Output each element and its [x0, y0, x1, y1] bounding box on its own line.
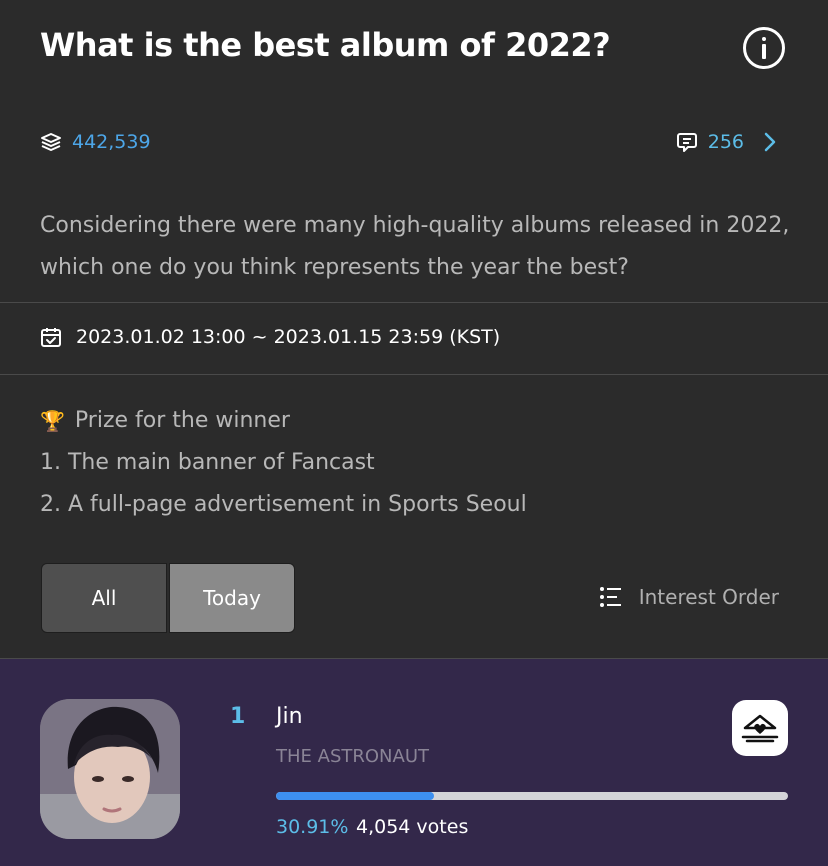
- comments-count: 256: [707, 131, 744, 153]
- avatar: [40, 699, 180, 839]
- prize-heading: 🏆 Prize for the winner: [40, 400, 527, 442]
- sort-order-label: Interest Order: [638, 585, 779, 609]
- vote-progress-bar: [276, 792, 788, 800]
- info-icon[interactable]: [743, 27, 785, 69]
- description-line: Considering there were many high-quality…: [40, 213, 790, 238]
- tab-today[interactable]: Today: [169, 563, 295, 633]
- layers-icon: [41, 133, 61, 151]
- ranking-entry[interactable]: 1 Jin THE ASTRONAUT 30.91% 4,054 votes: [0, 659, 828, 866]
- sort-order-button[interactable]: Interest Order: [599, 585, 779, 609]
- artist-name: Jin: [276, 704, 303, 729]
- prize-section: 🏆 Prize for the winner 1. The main banne…: [40, 400, 527, 526]
- divider: [0, 374, 828, 375]
- vote-percent: 30.91%: [276, 816, 349, 838]
- period-text: 2023.01.02 13:00 ~ 2023.01.15 23:59 (KST…: [76, 326, 501, 348]
- album-title: THE ASTRONAUT: [276, 746, 429, 767]
- poll-period: 2023.01.02 13:00 ~ 2023.01.15 23:59 (KST…: [40, 326, 500, 348]
- tab-all[interactable]: All: [41, 563, 167, 633]
- calendar-check-icon: [41, 328, 61, 347]
- vote-button[interactable]: [732, 700, 788, 756]
- list-order-icon: [599, 587, 621, 607]
- rank-number: 1: [230, 704, 246, 729]
- description-line: which one do you think represents the ye…: [40, 255, 629, 280]
- heart-ballot-icon: [741, 714, 779, 743]
- page-title: What is the best album of 2022?: [40, 26, 611, 64]
- vote-count: 4,054 votes: [356, 816, 469, 838]
- period-tabs: All Today: [41, 563, 295, 633]
- chevron-right-icon: [764, 132, 776, 152]
- prize-item: 2. A full-page advertisement in Sports S…: [40, 492, 527, 517]
- prize-item: 1. The main banner of Fancast: [40, 450, 375, 475]
- speech-bubble-icon: [676, 133, 697, 152]
- comments-link[interactable]: 256: [676, 131, 776, 153]
- poll-description: Considering there were many high-quality…: [40, 205, 800, 289]
- trophy-icon: 🏆: [40, 409, 65, 433]
- participants-value: 442,539: [72, 131, 151, 153]
- participants-count: 442,539: [40, 131, 151, 153]
- divider: [0, 302, 828, 303]
- prize-heading-text: Prize for the winner: [74, 408, 290, 433]
- vote-progress-fill: [276, 792, 435, 800]
